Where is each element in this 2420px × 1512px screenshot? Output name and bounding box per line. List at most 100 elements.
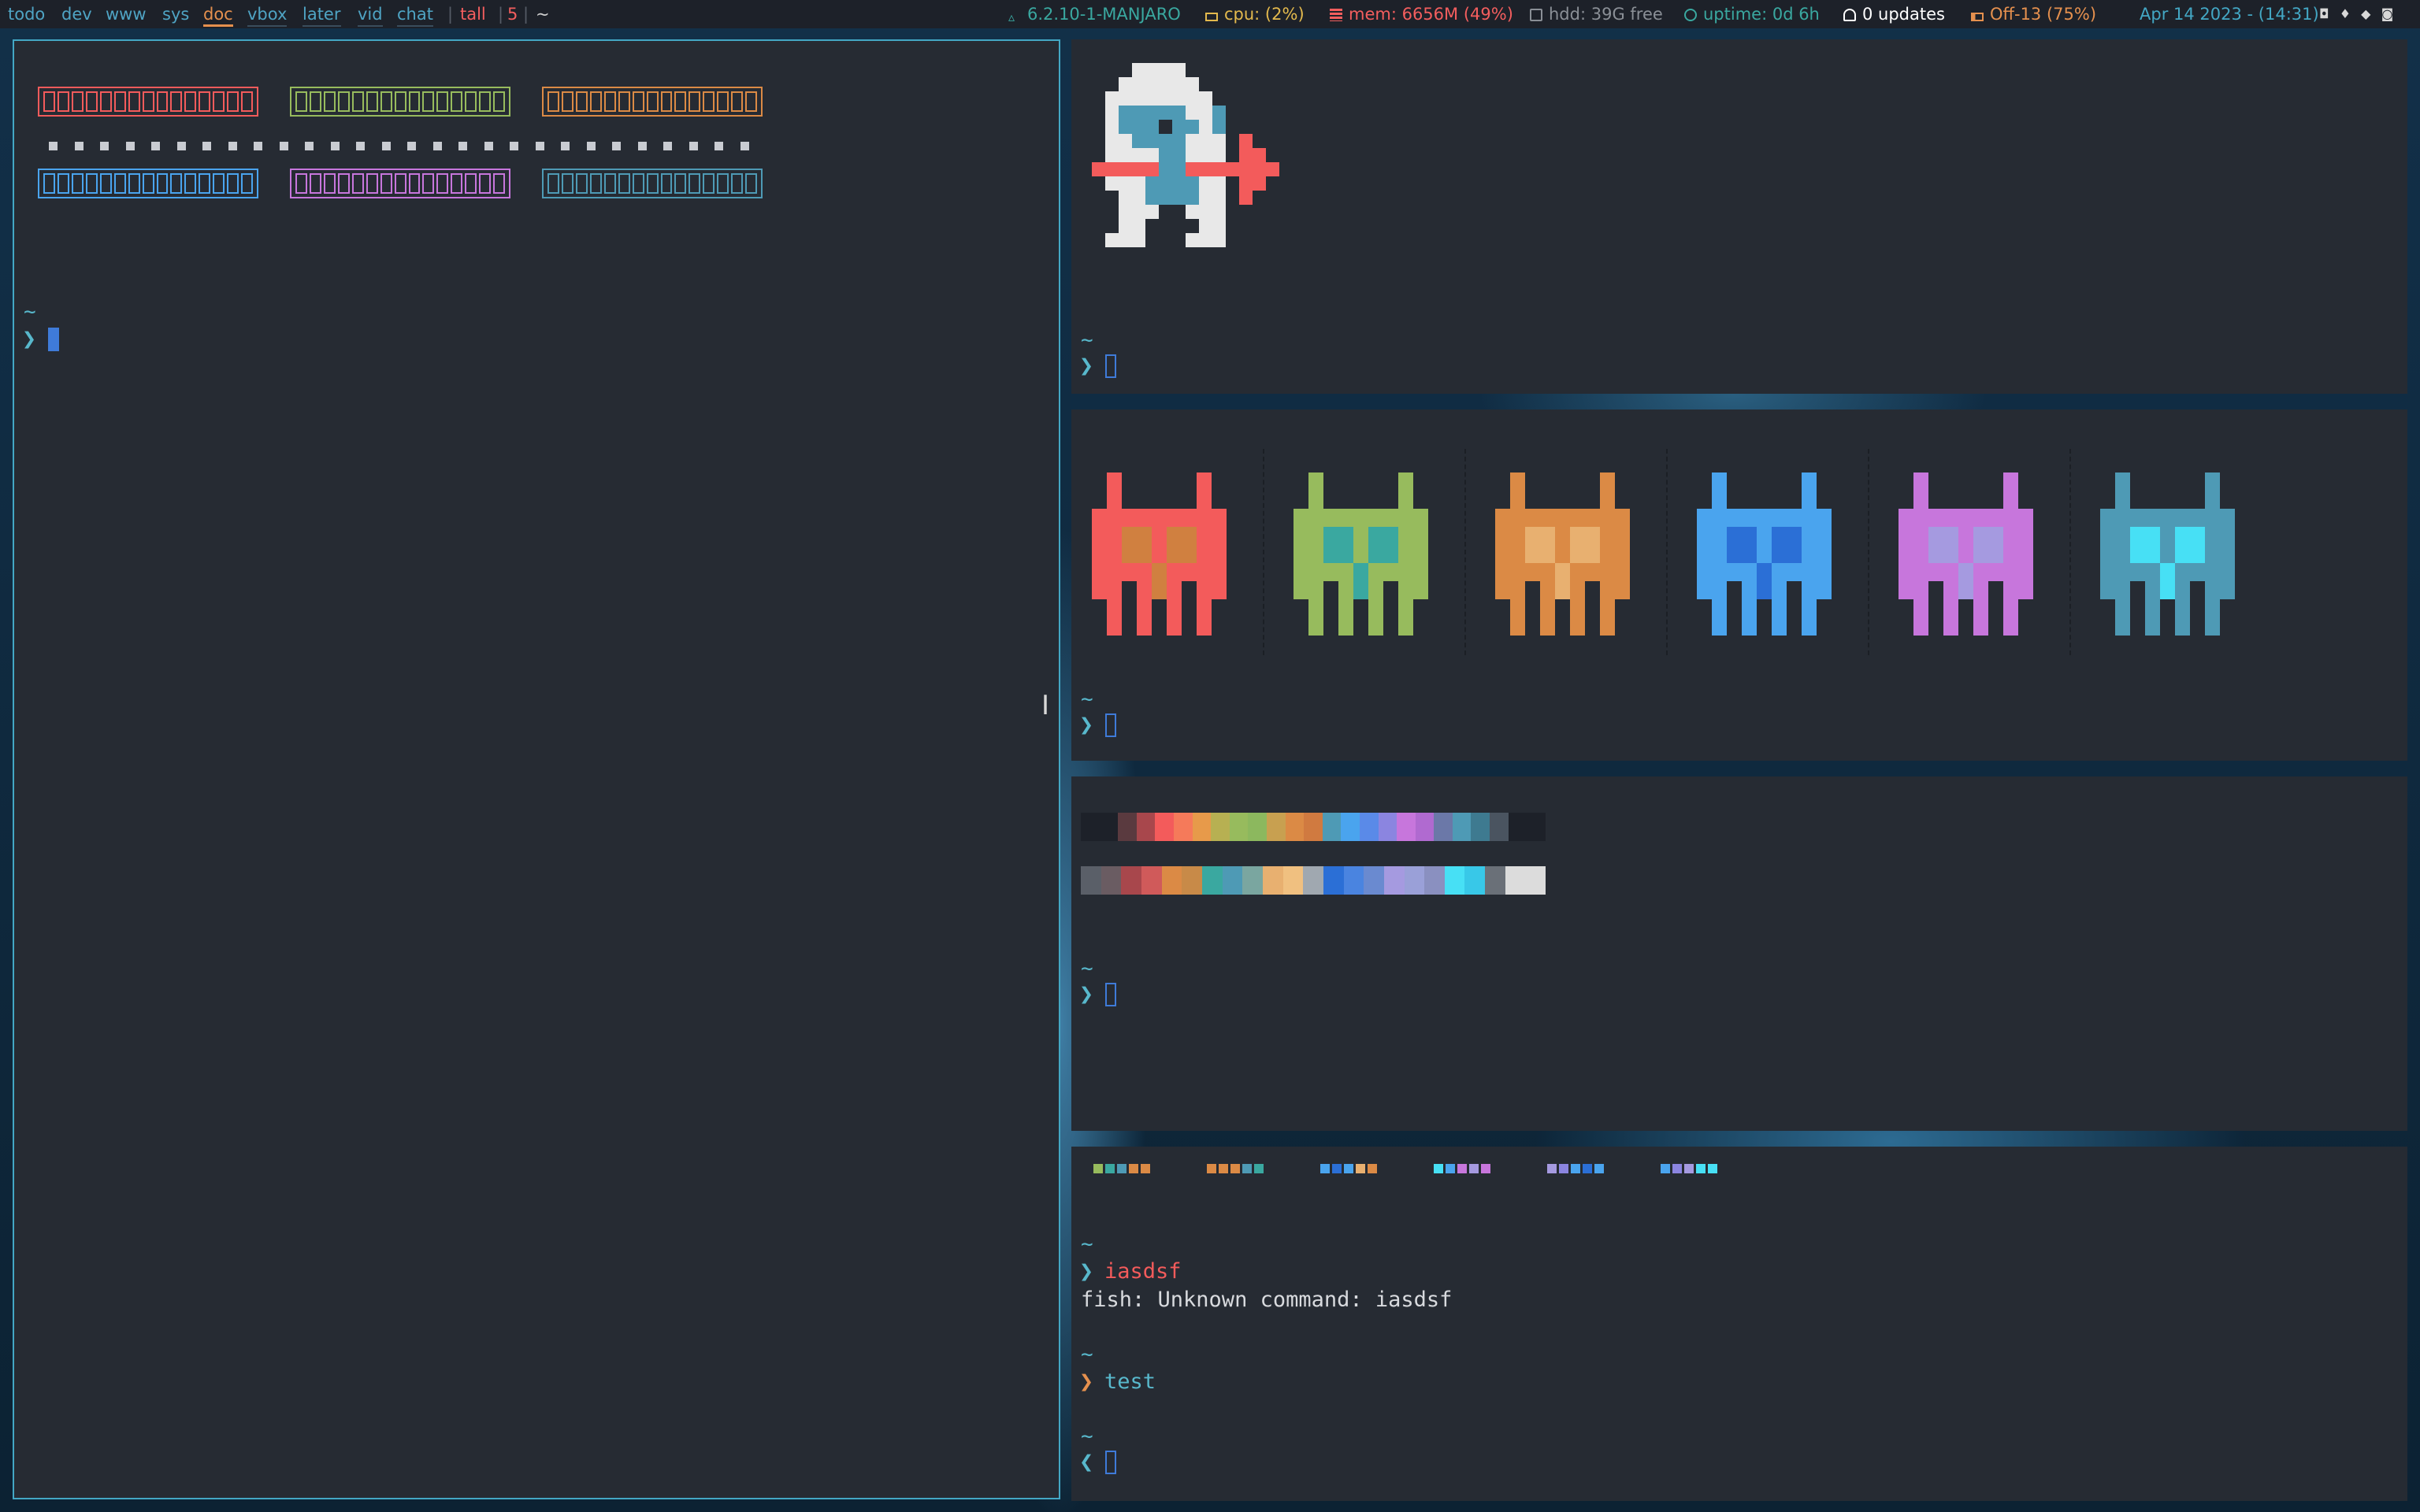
sprite-pixel bbox=[1132, 77, 1145, 91]
battery-widget: Off-13 (75%) bbox=[1971, 0, 2096, 28]
workspace-sys[interactable]: sys bbox=[162, 0, 189, 28]
sprite-pixel bbox=[1239, 134, 1253, 148]
memory-widget[interactable]: mem: 6656M (49%) bbox=[1330, 0, 1513, 28]
prompt-arrow-vi: ❮ bbox=[1079, 1448, 1094, 1476]
sprite-pixel bbox=[1199, 233, 1212, 247]
mini-block-group bbox=[1661, 1164, 1717, 1173]
sprite-pixel bbox=[1186, 77, 1199, 91]
sprite-pixel bbox=[1132, 205, 1145, 219]
separator-dot bbox=[381, 142, 391, 150]
sprite-pixel bbox=[1199, 91, 1212, 106]
workspace-www[interactable]: www bbox=[106, 0, 147, 28]
separator-dot bbox=[510, 142, 518, 150]
sprite-pixel bbox=[1132, 176, 1145, 191]
clock-widget[interactable]: Apr 14 2023 - (14:31) bbox=[2127, 0, 2319, 28]
sprite-pixel bbox=[1199, 148, 1212, 162]
mini-block-group bbox=[1434, 1164, 1490, 1173]
separator-dot bbox=[330, 142, 340, 150]
palette-swatch bbox=[1343, 866, 1364, 895]
palette-swatch bbox=[1527, 813, 1546, 841]
palette-swatch bbox=[1121, 866, 1141, 895]
terminal-right-2[interactable]: ~ ❯ bbox=[1071, 410, 2407, 761]
disk-widget[interactable]: hdd: 39G free bbox=[1530, 0, 1663, 28]
terminal-right-4[interactable]: ~ ❯ iasdsf fish: Unknown command: iasdsf… bbox=[1071, 1147, 2407, 1501]
error-output: fish: Unknown command: iasdsf bbox=[1081, 1288, 1453, 1312]
prompt-arrow-error: ❯ bbox=[1079, 1368, 1094, 1395]
sprite-pixel bbox=[1253, 176, 1266, 191]
separator-dot bbox=[202, 142, 211, 150]
mini-block-group bbox=[1207, 1164, 1264, 1173]
memory-icon bbox=[1330, 9, 1342, 21]
column-divider bbox=[1263, 449, 1265, 655]
sprite-pixel bbox=[1119, 91, 1132, 106]
sprite-pixel bbox=[1105, 91, 1119, 106]
layout-name[interactable]: tall bbox=[460, 0, 486, 28]
palette-swatch bbox=[1201, 866, 1223, 895]
palette-swatch bbox=[1192, 813, 1212, 841]
workspace-chat[interactable]: chat bbox=[397, 0, 433, 28]
cwd-tilde: ~ bbox=[1081, 1232, 1093, 1256]
sprite-pixel bbox=[1199, 134, 1212, 148]
sprite-pixel bbox=[1239, 176, 1253, 191]
workspace-later[interactable]: later bbox=[302, 0, 341, 28]
separator-dot bbox=[74, 142, 84, 150]
column-divider bbox=[2069, 449, 2072, 655]
kernel-widget: ▵ 6.2.10-1-MANJARO bbox=[1008, 5, 1181, 24]
sprite-pixel bbox=[1159, 176, 1172, 191]
palette-swatch bbox=[1359, 813, 1379, 841]
sprite-pixel bbox=[1186, 233, 1199, 247]
palette-swatch bbox=[1118, 813, 1137, 841]
workspace-todo[interactable]: todo bbox=[8, 0, 45, 28]
separator-dot bbox=[458, 142, 467, 150]
palette-swatch bbox=[1485, 866, 1505, 895]
sprite-pixel bbox=[1172, 191, 1186, 205]
palette-swatch bbox=[1211, 813, 1230, 841]
sprite-pixel bbox=[1119, 148, 1132, 162]
sprite-pixel bbox=[1119, 219, 1132, 233]
cpu-widget[interactable]: cpu: (2%) bbox=[1205, 0, 1305, 28]
disk-icon bbox=[1530, 9, 1542, 21]
sprite-pixel bbox=[1239, 148, 1253, 162]
palette-swatch bbox=[1266, 813, 1286, 841]
sprite-pixel bbox=[1212, 148, 1226, 162]
sprite-pixel bbox=[1132, 162, 1145, 176]
tofu-glyph-row bbox=[38, 169, 258, 198]
palette-swatch bbox=[1364, 866, 1384, 895]
terminal-left[interactable]: ~ ❯ bbox=[13, 39, 1060, 1499]
palette-swatch bbox=[1182, 866, 1202, 895]
palette-swatch bbox=[1081, 866, 1101, 895]
palette-swatch bbox=[1099, 813, 1119, 841]
sprite-pixel bbox=[1186, 191, 1199, 205]
uptime-icon bbox=[1684, 9, 1697, 21]
palette-swatch bbox=[1285, 813, 1305, 841]
terminal-right-3[interactable]: ~ ❯ bbox=[1071, 776, 2407, 1131]
palette-swatch bbox=[1248, 813, 1267, 841]
tray-icons[interactable]: ◘ ♦ ◆ ◙ bbox=[2319, 0, 2396, 28]
terminal-right-1[interactable]: ~ ❯ bbox=[1071, 39, 2407, 394]
sprite-pixel bbox=[1145, 91, 1159, 106]
palette-swatch bbox=[1304, 813, 1323, 841]
sprite-pixel bbox=[1145, 134, 1159, 148]
sprite-pixel bbox=[1199, 162, 1212, 176]
separator-dot bbox=[663, 142, 672, 150]
palette-swatch bbox=[1424, 866, 1445, 895]
sprite-pixel bbox=[1159, 191, 1172, 205]
palette-swatch bbox=[1525, 866, 1546, 895]
sprite-pixel bbox=[1159, 91, 1172, 106]
palette-swatch bbox=[1464, 866, 1486, 895]
sprite-pixel bbox=[1132, 191, 1145, 205]
sprite-pixel bbox=[1145, 63, 1159, 77]
sprite-pixel bbox=[1186, 148, 1199, 162]
sprite-pixel bbox=[1266, 162, 1279, 176]
cwd-tilde: ~ bbox=[24, 300, 36, 324]
workspace-vid[interactable]: vid bbox=[358, 0, 383, 28]
updates-widget[interactable]: 0 updates bbox=[1843, 0, 1945, 28]
separator-dot bbox=[49, 142, 58, 150]
sprite-pixel bbox=[1212, 219, 1226, 233]
workspace-vbox[interactable]: vbox bbox=[247, 0, 288, 28]
terminal-cursor bbox=[1105, 1451, 1116, 1474]
terminal-cursor bbox=[1105, 713, 1116, 737]
sprite-pixel bbox=[1172, 134, 1186, 148]
workspace-dev[interactable]: dev bbox=[61, 0, 92, 28]
workspace-doc[interactable]: doc bbox=[203, 0, 233, 28]
